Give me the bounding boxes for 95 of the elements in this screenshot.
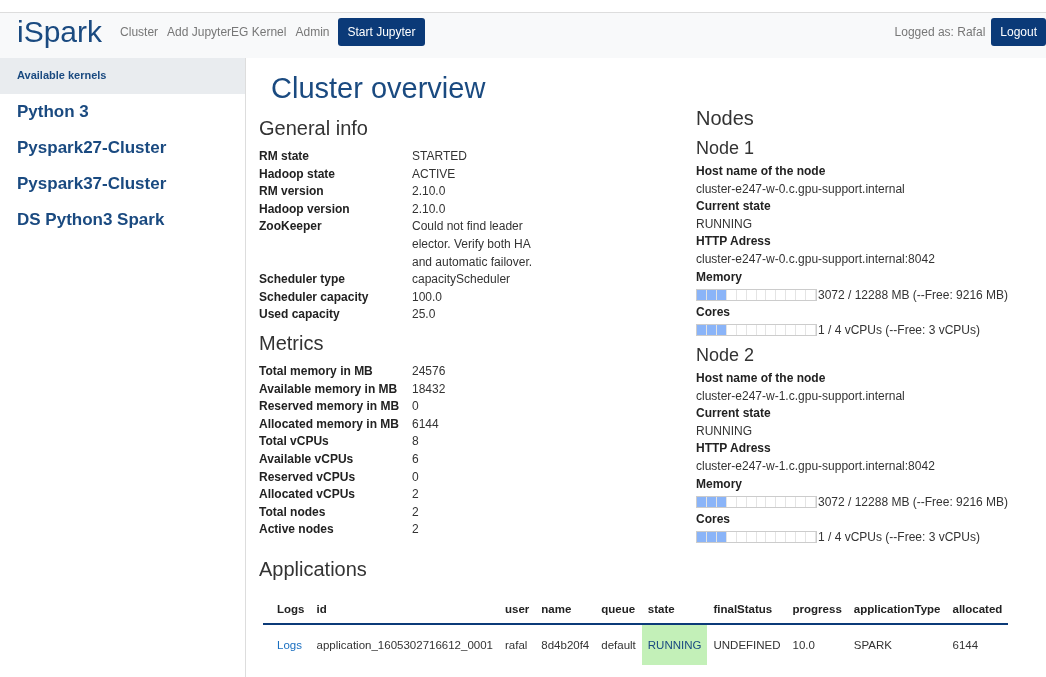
metric-value: 2 (412, 521, 419, 539)
info-label: Scheduler capacity (259, 288, 369, 306)
section-title: Metrics (259, 331, 325, 355)
page-title: Cluster overview (271, 72, 487, 105)
field-label: Memory (696, 475, 742, 493)
metric-label: Total vCPUs (259, 433, 329, 451)
table-cell: 8d4b20f4 (535, 623, 596, 665)
usage-reading: 1 / 4 vCPUs (--Free: 3 vCPUs) (818, 530, 981, 545)
node-state: RUNNING (696, 422, 752, 440)
column-header: state (641, 594, 708, 624)
column-header: name (535, 594, 596, 624)
http-address: cluster-e247-w-1.c.gpu-support.internal:8042 (696, 457, 935, 475)
field-label: Current state (696, 405, 771, 423)
nav-link[interactable]: Add JupyterEG Kernel (167, 24, 287, 39)
metric-value: 6144 (412, 415, 439, 433)
field-label: Current state (696, 198, 771, 216)
user-label: Logged as: Rafal (894, 24, 986, 39)
info-value: Could not find leader elector. Verify both HA and automatic failover. (412, 218, 534, 271)
metric-label: Reserved vCPUs (259, 468, 356, 486)
metric-label: Reserved memory in MB (259, 398, 400, 416)
column-header: user (499, 594, 536, 624)
column-header: id (310, 594, 499, 624)
state-cell: RUNNING (641, 623, 708, 665)
nav-link[interactable]: Cluster (120, 24, 159, 39)
info-value: 100.0 (412, 288, 443, 306)
info-label: RM version (259, 183, 324, 201)
table-cell: SPARK (847, 623, 947, 665)
metric-value: 18432 (412, 380, 446, 398)
kernel-link[interactable]: Pyspark37-Cluster (0, 166, 184, 202)
metric-label: Available memory in MB (259, 380, 398, 398)
usage-reading: 3072 / 12288 MB (--Free: 9216 MB) (818, 287, 1009, 302)
table-cell: default (595, 623, 642, 665)
field-label: Host name of the node (696, 163, 826, 180)
metric-label: Total nodes (259, 503, 326, 521)
column-header: progress (786, 594, 848, 624)
info-label: Hadoop version (259, 200, 350, 218)
section-title: Applications (259, 557, 368, 581)
field-label: Memory (696, 268, 742, 286)
brand-logo[interactable]: iSpark (17, 14, 103, 49)
http-address: cluster-e247-w-0.c.gpu-support.internal:8042 (696, 250, 935, 268)
table-cell: 6144 (946, 623, 1009, 665)
usage-reading: 1 / 4 vCPUs (--Free: 3 vCPUs) (818, 323, 981, 338)
field-label: Host name of the node (696, 369, 826, 387)
info-value: 2.10.0 (412, 183, 446, 201)
table-cell: application_1605302716612_0001 (310, 623, 499, 665)
metric-label: Allocated memory in MB (259, 415, 400, 433)
start-jupyter-button[interactable]: Start Jupyter (338, 17, 425, 46)
node-title: Node 1 (696, 138, 756, 159)
table-cell: rafal (499, 623, 536, 665)
metric-label: Total memory in MB (259, 362, 373, 380)
metric-label: Available vCPUs (259, 450, 354, 468)
field-label: Cores (696, 510, 730, 528)
kernel-link[interactable]: Pyspark27-Cluster (0, 130, 184, 166)
metric-label: Allocated vCPUs (259, 486, 356, 504)
sidebar-header: Available kernels (0, 58, 245, 94)
nav-link[interactable]: Admin (295, 24, 330, 39)
info-value: 2.10.0 (412, 200, 446, 218)
metric-value: 6 (412, 450, 419, 468)
node-title: Node 2 (696, 344, 756, 366)
column-header: allocated (946, 594, 1009, 624)
field-label: Cores (696, 303, 730, 321)
column-header: applicationType (847, 594, 947, 624)
column-header: queue (595, 594, 642, 624)
info-value: capacityScheduler (412, 271, 511, 289)
section-title: General info (259, 117, 369, 140)
logs-link[interactable]: Logs (277, 638, 302, 651)
column-header: Logs (263, 594, 311, 624)
metric-value: 8 (412, 433, 419, 451)
info-label: ZooKeeper (259, 218, 322, 236)
metric-value: 0 (412, 398, 419, 416)
kernel-link[interactable]: DS Python3 Spark (0, 202, 182, 238)
node-state: RUNNING (696, 215, 752, 233)
info-label: Hadoop state (259, 165, 335, 183)
metric-value: 24576 (412, 362, 446, 380)
column-header: finalStatus (707, 594, 787, 624)
info-label: RM state (259, 148, 309, 165)
logout-button[interactable]: Logout (991, 17, 1046, 46)
metric-value: 2 (412, 503, 419, 521)
info-value: STARTED (412, 148, 467, 165)
metric-label: Active nodes (259, 521, 334, 539)
field-label: HTTP Adress (696, 233, 771, 251)
info-label: Used capacity (259, 306, 340, 324)
info-value: 25.0 (412, 306, 436, 324)
metric-value: 2 (412, 486, 419, 504)
table-cell: UNDEFINED (707, 623, 787, 665)
info-value: ACTIVE (412, 165, 456, 183)
table-cell: 10.0 (786, 623, 848, 665)
field-label: HTTP Adress (696, 440, 771, 458)
kernel-link[interactable]: Python 3 (0, 94, 106, 130)
section-title: Nodes (696, 107, 755, 130)
host-name: cluster-e247-w-0.c.gpu-support.internal (696, 180, 905, 198)
metric-value: 0 (412, 468, 419, 486)
usage-reading: 3072 / 12288 MB (--Free: 9216 MB) (818, 494, 1009, 509)
host-name: cluster-e247-w-1.c.gpu-support.internal (696, 387, 905, 405)
info-label: Scheduler type (259, 271, 346, 289)
